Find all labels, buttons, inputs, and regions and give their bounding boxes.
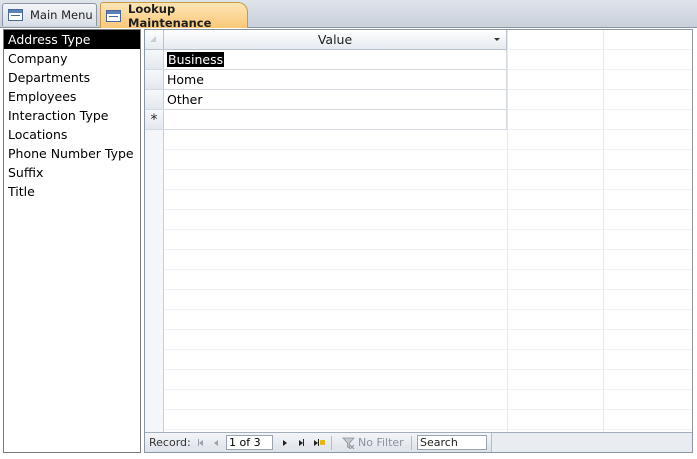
- grid-line: [603, 30, 604, 432]
- record-selector[interactable]: [145, 90, 164, 109]
- datasheet-header: Value: [145, 30, 507, 50]
- column-header-value[interactable]: Value: [164, 30, 507, 49]
- select-all-button[interactable]: [145, 30, 164, 49]
- first-record-button[interactable]: [195, 437, 205, 448]
- form-icon: [106, 9, 121, 22]
- filter-icon: [342, 437, 355, 449]
- record-label: Record:: [149, 436, 191, 449]
- new-record-button[interactable]: [312, 437, 326, 448]
- value-cell[interactable]: Home: [164, 70, 507, 89]
- record-selector[interactable]: [145, 50, 164, 69]
- document-tab-strip: Main Menu Lookup Maintenance: [0, 0, 697, 30]
- current-record-input[interactable]: [226, 435, 273, 450]
- horizontal-scrollbar[interactable]: [491, 433, 692, 452]
- cell-text: Business: [167, 52, 225, 67]
- previous-record-icon: [214, 439, 218, 446]
- table-row[interactable]: Other: [145, 90, 507, 110]
- value-cell[interactable]: [164, 110, 507, 129]
- tab-lookup-maintenance[interactable]: Lookup Maintenance: [100, 1, 248, 30]
- list-item-employees[interactable]: Employees: [4, 87, 140, 106]
- grid-line: [507, 30, 508, 432]
- list-item-title[interactable]: Title: [4, 182, 140, 201]
- record-navigation-bar: Record: No Filter: [145, 432, 692, 452]
- next-record-icon: [283, 439, 287, 446]
- search-input[interactable]: [417, 435, 487, 450]
- tab-main-menu[interactable]: Main Menu: [2, 3, 97, 26]
- table-row[interactable]: Business: [145, 50, 507, 70]
- filter-status-button[interactable]: No Filter: [358, 433, 404, 452]
- value-datasheet[interactable]: Value Business Home Other * Record: 1 of…: [144, 29, 693, 453]
- list-item-departments[interactable]: Departments: [4, 68, 140, 87]
- column-header-label: Value: [317, 32, 353, 47]
- list-item-suffix[interactable]: Suffix: [4, 163, 140, 182]
- value-cell[interactable]: Other: [164, 90, 507, 109]
- new-record-row[interactable]: *: [145, 110, 507, 130]
- divider: [331, 436, 332, 450]
- form-icon: [8, 9, 23, 21]
- tab-label: Lookup Maintenance: [128, 1, 212, 30]
- list-item-interaction-type[interactable]: Interaction Type: [4, 106, 140, 125]
- list-item-locations[interactable]: Locations: [4, 125, 140, 144]
- list-item-phone-number-type[interactable]: Phone Number Type: [4, 144, 140, 163]
- last-record-button[interactable]: [296, 437, 306, 448]
- chevron-down-icon[interactable]: [494, 38, 500, 41]
- list-item-company[interactable]: Company: [4, 49, 140, 68]
- table-row[interactable]: Home: [145, 70, 507, 90]
- value-cell[interactable]: Business: [164, 50, 507, 69]
- tab-label: Main Menu: [30, 8, 93, 22]
- new-record-marker[interactable]: *: [145, 110, 164, 129]
- lookup-list[interactable]: Address Type Company Departments Employe…: [3, 29, 141, 453]
- divider: [411, 436, 412, 450]
- list-item-address-type[interactable]: Address Type: [4, 30, 140, 49]
- record-selector[interactable]: [145, 70, 164, 89]
- previous-record-button[interactable]: [211, 437, 221, 448]
- new-star-icon: [319, 440, 325, 445]
- next-record-button[interactable]: [280, 437, 290, 448]
